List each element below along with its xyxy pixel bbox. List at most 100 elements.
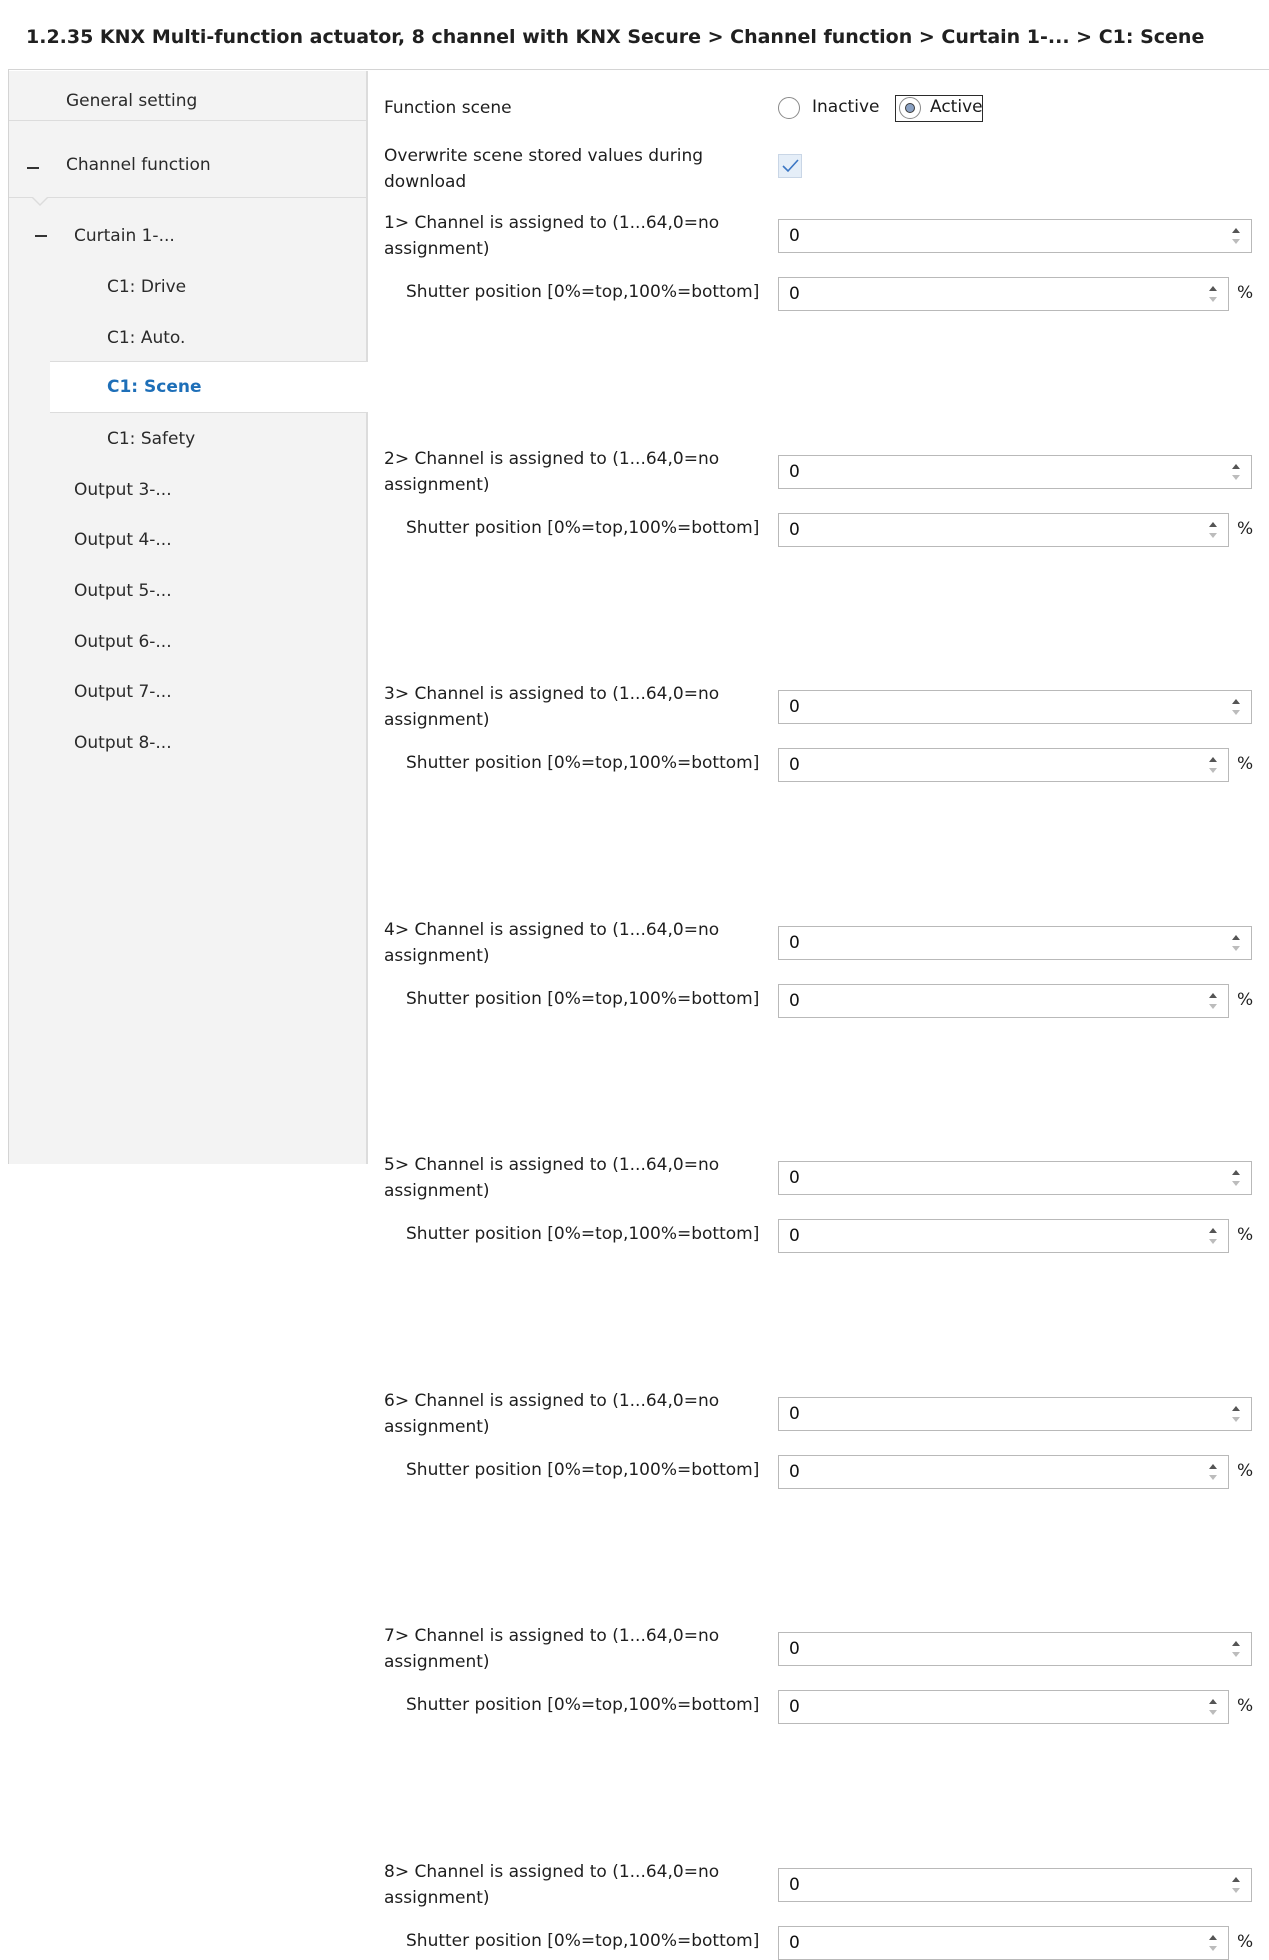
- collapse-icon[interactable]: [27, 167, 39, 169]
- sidebar-item-output-4[interactable]: Output 4-...: [9, 516, 366, 566]
- shutter-position-label: Shutter position [0%=top,100%=bottom]: [406, 1695, 760, 1715]
- shutter-position-value: 0: [789, 1697, 800, 1717]
- channel-assign-value: 0: [789, 932, 800, 953]
- sidebar-item-c1-safety[interactable]: C1: Safety: [9, 415, 366, 465]
- shutter-position-label: Shutter position [0%=top,100%=bottom]: [406, 988, 760, 1009]
- spin-arrows-icon[interactable]: [1209, 1461, 1219, 1483]
- percent-unit: %: [1237, 283, 1254, 303]
- shutter-position-input[interactable]: 0: [778, 1219, 1229, 1253]
- spin-arrows-icon[interactable]: [1232, 932, 1242, 954]
- sidebar-item-label: C1: Drive: [107, 277, 187, 297]
- sidebar-item-label: C1: Scene: [107, 377, 202, 397]
- channel-assign-label: 4> Channel is assigned to (1...64,0=no a…: [384, 919, 720, 966]
- sidebar-item-c1-auto[interactable]: C1: Auto.: [9, 314, 366, 364]
- sidebar-item-c1-drive[interactable]: C1: Drive: [9, 263, 366, 313]
- function-scene-label: Function scene: [384, 98, 512, 118]
- shutter-position-label: Shutter position [0%=top,100%=bottom]: [406, 1459, 760, 1480]
- shutter-position-label: Shutter position [0%=top,100%=bottom]: [406, 517, 760, 538]
- shutter-position-label: Shutter position [0%=top,100%=bottom]: [406, 753, 760, 773]
- overwrite-label: Overwrite scene stored values during dow…: [384, 146, 704, 192]
- collapse-icon[interactable]: [35, 235, 47, 237]
- shutter-position-input[interactable]: 0: [778, 1925, 1229, 1960]
- sidebar-item-curtain-1[interactable]: Curtain 1-...: [9, 212, 366, 262]
- channel-assign-label: 1> Channel is assigned to (1...64,0=no a…: [384, 213, 720, 259]
- spin-arrows-icon[interactable]: [1232, 696, 1242, 718]
- spin-arrows-icon[interactable]: [1209, 990, 1219, 1012]
- sidebar-item-output-8[interactable]: Output 8-...: [9, 719, 366, 769]
- spin-arrows-icon[interactable]: [1232, 461, 1242, 483]
- spin-arrows-icon[interactable]: [1209, 1932, 1219, 1954]
- spin-arrows-icon[interactable]: [1232, 1874, 1242, 1896]
- channel-assign-input[interactable]: 0: [778, 219, 1252, 253]
- sidebar-item-label: C1: Safety: [107, 429, 196, 449]
- tree-connector-notch-inner: [32, 196, 48, 204]
- spin-arrows-icon[interactable]: [1209, 283, 1219, 305]
- shutter-position-label: Shutter position [0%=top,100%=bottom]: [406, 1930, 760, 1951]
- sidebar-item-label: Output 7-...: [74, 682, 172, 702]
- shutter-position-value: 0: [789, 1226, 800, 1246]
- channel-assign-label: 6> Channel is assigned to (1...64,0=no a…: [384, 1390, 720, 1437]
- sidebar-item-label: Output 8-...: [74, 733, 172, 753]
- sidebar-item-output-3[interactable]: Output 3-...: [9, 466, 366, 516]
- breadcrumb: 1.2.35 KNX Multi-function actuator, 8 ch…: [26, 26, 1205, 48]
- channel-assign-input[interactable]: 0: [778, 1396, 1252, 1431]
- channel-assign-label: 7> Channel is assigned to (1...64,0=no a…: [384, 1626, 720, 1672]
- overwrite-checkbox[interactable]: [778, 154, 802, 178]
- parameter-panel: Function scene Inactive Active Overwrite…: [368, 71, 1269, 1960]
- sidebar-item-general-setting[interactable]: General setting: [9, 71, 366, 121]
- spin-arrows-icon[interactable]: [1232, 1403, 1242, 1425]
- channel-assign-label: 3> Channel is assigned to (1...64,0=no a…: [384, 684, 720, 730]
- sidebar-item-output-6[interactable]: Output 6-...: [9, 618, 366, 668]
- radio-inactive-label: Inactive: [812, 97, 880, 117]
- spin-arrows-icon[interactable]: [1209, 1696, 1219, 1718]
- channel-assign-input[interactable]: 0: [778, 1867, 1252, 1902]
- spin-arrows-icon[interactable]: [1209, 754, 1219, 776]
- title-bar: 1.2.35 KNX Multi-function actuator, 8 ch…: [8, 0, 1269, 70]
- sidebar-item-c1-scene[interactable]: C1: Scene: [50, 361, 368, 413]
- shutter-position-value: 0: [789, 1932, 800, 1953]
- percent-unit: %: [1237, 754, 1254, 774]
- sidebar-item-output-5[interactable]: Output 5-...: [9, 567, 366, 617]
- shutter-position-input[interactable]: 0: [778, 1690, 1229, 1724]
- sidebar-item-output-7[interactable]: Output 7-...: [9, 668, 366, 718]
- channel-assign-value: 0: [789, 461, 800, 482]
- channel-assign-input[interactable]: 0: [778, 1632, 1252, 1666]
- radio-selected-icon[interactable]: [899, 97, 921, 119]
- channel-assign-label: 8> Channel is assigned to (1...64,0=no a…: [384, 1861, 720, 1908]
- sidebar-item-label: Channel function: [66, 155, 211, 175]
- percent-unit: %: [1237, 1931, 1254, 1952]
- shutter-position-label: Shutter position [0%=top,100%=bottom]: [406, 282, 760, 302]
- shutter-position-value: 0: [789, 755, 800, 775]
- shutter-position-value: 0: [789, 1461, 800, 1482]
- shutter-position-input[interactable]: 0: [778, 748, 1229, 782]
- spin-arrows-icon[interactable]: [1232, 1638, 1242, 1660]
- channel-assign-input[interactable]: 0: [778, 454, 1252, 489]
- shutter-position-input[interactable]: 0: [778, 1454, 1229, 1489]
- spin-arrows-icon[interactable]: [1209, 519, 1219, 541]
- channel-assign-value: 0: [789, 1403, 800, 1424]
- radio-circle-icon[interactable]: [778, 97, 800, 119]
- channel-assign-label: 5> Channel is assigned to (1...64,0=no a…: [384, 1155, 720, 1201]
- sidebar-item-label: C1: Auto.: [107, 328, 186, 348]
- channel-assign-label: 2> Channel is assigned to (1...64,0=no a…: [384, 448, 720, 495]
- spin-arrows-icon[interactable]: [1232, 225, 1242, 247]
- shutter-position-input[interactable]: 0: [778, 277, 1229, 311]
- spin-arrows-icon[interactable]: [1209, 1225, 1219, 1247]
- channel-assign-input[interactable]: 0: [778, 690, 1252, 724]
- shutter-position-input[interactable]: 0: [778, 983, 1229, 1018]
- shutter-position-input[interactable]: 0: [778, 512, 1229, 547]
- sidebar-item-channel-function[interactable]: Channel function: [9, 135, 366, 198]
- sidebar-item-label: Curtain 1-...: [74, 226, 175, 246]
- channel-assign-input[interactable]: 0: [778, 925, 1252, 960]
- percent-unit: %: [1237, 1460, 1254, 1481]
- shutter-position-value: 0: [789, 990, 800, 1011]
- channel-assign-value: 0: [789, 1168, 800, 1188]
- spin-arrows-icon[interactable]: [1232, 1167, 1242, 1189]
- percent-unit: %: [1237, 1225, 1254, 1245]
- shutter-position-value: 0: [789, 519, 800, 540]
- shutter-position-value: 0: [789, 284, 800, 304]
- sidebar-item-label: Output 3-...: [74, 480, 172, 500]
- channel-assign-input[interactable]: 0: [778, 1161, 1252, 1195]
- channel-assign-value: 0: [789, 226, 800, 246]
- sidebar: General setting Channel function Curtain…: [9, 71, 368, 1164]
